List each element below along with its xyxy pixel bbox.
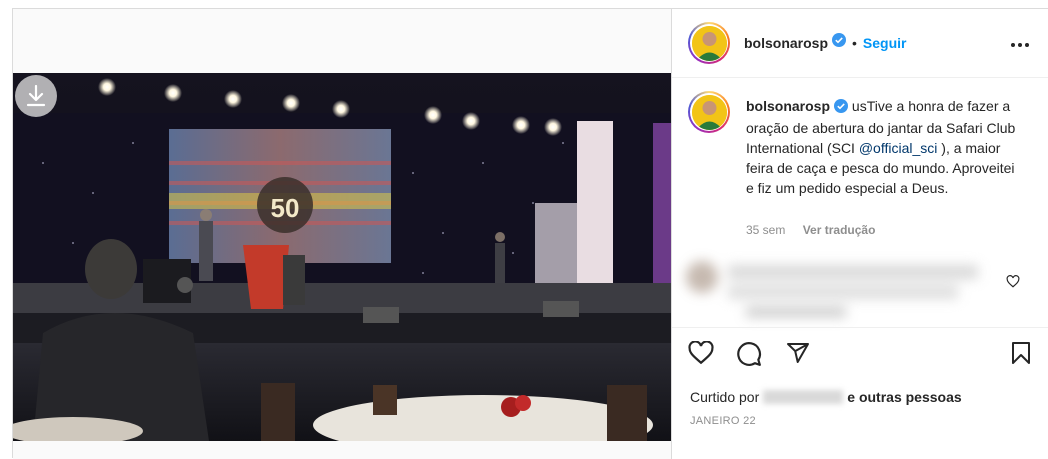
comment-icon xyxy=(737,342,762,366)
follow-button[interactable]: Seguir xyxy=(863,35,907,51)
comment-button[interactable] xyxy=(736,341,762,372)
action-bar xyxy=(688,340,1032,372)
caption-meta: 35 sem Ver tradução xyxy=(746,223,875,237)
heart-icon xyxy=(688,340,714,365)
post-video[interactable]: 50 xyxy=(13,73,671,441)
caption-avatar-image xyxy=(691,94,727,130)
share-icon xyxy=(787,343,809,363)
like-button[interactable] xyxy=(688,340,714,370)
caption-verified-icon xyxy=(834,98,849,118)
download-button[interactable] xyxy=(15,75,57,117)
share-button[interactable] xyxy=(786,341,810,370)
heart-small-icon xyxy=(1006,275,1020,288)
caption-avatar[interactable] xyxy=(688,91,730,133)
verified-badge-icon xyxy=(832,33,847,52)
save-button[interactable] xyxy=(1010,341,1032,370)
avatar-image xyxy=(691,25,727,61)
separator-dot: • xyxy=(852,34,857,51)
post-date: JANEIRO 22 xyxy=(690,415,756,427)
caption-prefix: us xyxy=(851,98,867,114)
bookmark-icon xyxy=(1012,342,1030,364)
post-media: 50 xyxy=(13,9,671,459)
more-options-icon xyxy=(1011,43,1029,47)
more-options-button[interactable] xyxy=(1010,35,1030,53)
post-header: bolsonarosp • Seguir xyxy=(672,9,1048,78)
liked-by-blurred-user[interactable] xyxy=(763,390,844,404)
avatar[interactable] xyxy=(688,22,730,64)
divider xyxy=(672,327,1048,328)
caption-mention-link[interactable]: @official_sci xyxy=(859,140,938,156)
post-container: 50 bolsonarosp • Seguir bolsonarosp usTi… xyxy=(12,8,1048,459)
liked-suffix[interactable]: e outras pessoas xyxy=(847,389,961,405)
video-frame: 50 xyxy=(13,73,671,441)
header-username[interactable]: bolsonarosp xyxy=(744,35,828,51)
translate-link[interactable]: Ver tradução xyxy=(803,223,876,237)
blurred-comment xyxy=(682,257,992,323)
comment-like-button[interactable] xyxy=(1006,275,1020,293)
liked-by: Curtido por e outras pessoas xyxy=(690,389,962,405)
liked-prefix: Curtido por xyxy=(690,389,760,405)
caption-username[interactable]: bolsonarosp xyxy=(746,98,830,114)
post-caption: bolsonarosp usTive a honra de fazer a or… xyxy=(746,96,1016,198)
download-icon xyxy=(26,85,46,107)
post-sidebar: bolsonarosp • Seguir bolsonarosp usTive … xyxy=(671,9,1048,459)
post-time-ago: 35 sem xyxy=(746,223,786,237)
screen-badge-text: 50 xyxy=(271,193,300,223)
